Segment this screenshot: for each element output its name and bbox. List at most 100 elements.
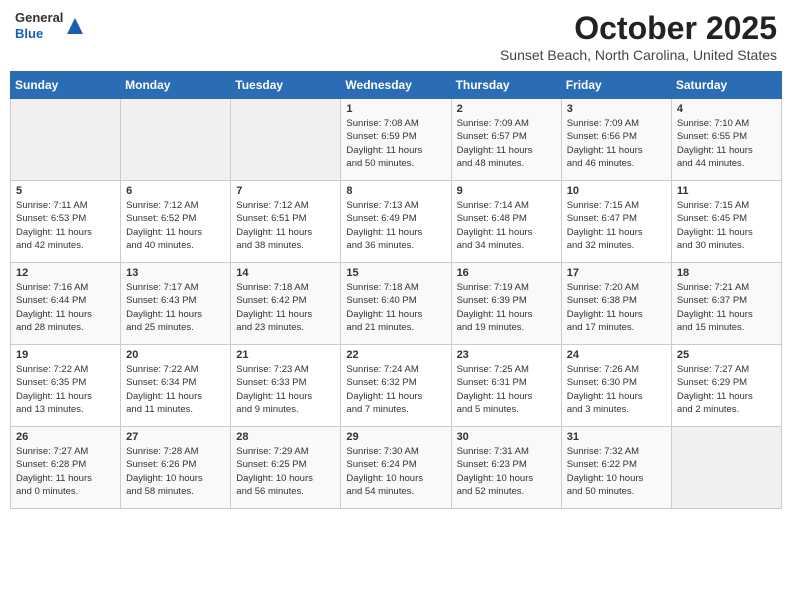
- day-info: Sunrise: 7:27 AM Sunset: 6:28 PM Dayligh…: [16, 445, 115, 498]
- day-info: Sunrise: 7:24 AM Sunset: 6:32 PM Dayligh…: [346, 363, 445, 416]
- day-number: 10: [567, 185, 666, 197]
- day-info: Sunrise: 7:16 AM Sunset: 6:44 PM Dayligh…: [16, 281, 115, 334]
- day-number: 18: [677, 267, 776, 279]
- day-info: Sunrise: 7:31 AM Sunset: 6:23 PM Dayligh…: [457, 445, 556, 498]
- weekday-header-wednesday: Wednesday: [341, 72, 451, 99]
- calendar-week-row: 1 Sunrise: 7:08 AM Sunset: 6:59 PM Daylig…: [11, 99, 782, 181]
- page-header: General Blue October 2025 Sunset Beach, …: [10, 10, 782, 63]
- day-info: Sunrise: 7:32 AM Sunset: 6:22 PM Dayligh…: [567, 445, 666, 498]
- calendar-cell: 29Sunrise: 7:30 AM Sunset: 6:24 PM Dayli…: [341, 427, 451, 509]
- day-number: 4: [677, 103, 776, 115]
- calendar-cell: 8 Sunrise: 7:13 AM Sunset: 6:49 PM Daylig…: [341, 181, 451, 263]
- calendar-cell: 2 Sunrise: 7:09 AM Sunset: 6:57 PM Daylig…: [451, 99, 561, 181]
- calendar-week-row: 26 Sunrise: 7:27 AM Sunset: 6:28 PM Dayli…: [11, 427, 782, 509]
- day-number: 5: [16, 185, 115, 197]
- day-number: 29: [346, 431, 445, 443]
- day-number: 13: [126, 267, 225, 279]
- calendar-cell: 23 Sunrise: 7:25 AM Sunset: 6:31 PM Dayli…: [451, 345, 561, 427]
- day-info: Sunrise: 7:08 AM Sunset: 6:59 PM Dayligh…: [346, 117, 445, 170]
- day-info: Sunrise: 7:09 AM Sunset: 6:56 PM Dayligh…: [567, 117, 666, 170]
- day-number: 9: [457, 185, 556, 197]
- day-number: 14: [236, 267, 335, 279]
- weekday-header-row: SundayMondayTuesdayWednesdayThursdayFrid…: [11, 72, 782, 99]
- month-title: October 2025: [500, 10, 777, 47]
- calendar-week-row: 19Sunrise: 7:22 AM Sunset: 6:35 PM Dayli…: [11, 345, 782, 427]
- calendar-cell: 3 Sunrise: 7:09 AM Sunset: 6:56 PM Daylig…: [561, 99, 671, 181]
- day-info: Sunrise: 7:09 AM Sunset: 6:57 PM Dayligh…: [457, 117, 556, 170]
- day-number: 12: [16, 267, 115, 279]
- day-number: 16: [457, 267, 556, 279]
- day-info: Sunrise: 7:11 AM Sunset: 6:53 PM Dayligh…: [16, 199, 115, 252]
- day-number: 15: [346, 267, 445, 279]
- calendar-cell: 20 Sunrise: 7:22 AM Sunset: 6:34 PM Dayli…: [121, 345, 231, 427]
- day-number: 27: [126, 431, 225, 443]
- calendar-cell: 9Sunrise: 7:14 AM Sunset: 6:48 PM Daylig…: [451, 181, 561, 263]
- calendar-week-row: 12 Sunrise: 7:16 AM Sunset: 6:44 PM Dayli…: [11, 263, 782, 345]
- calendar-cell: 28Sunrise: 7:29 AM Sunset: 6:25 PM Dayli…: [231, 427, 341, 509]
- calendar-cell: 1 Sunrise: 7:08 AM Sunset: 6:59 PM Daylig…: [341, 99, 451, 181]
- calendar-cell: 11Sunrise: 7:15 AM Sunset: 6:45 PM Dayli…: [671, 181, 781, 263]
- day-info: Sunrise: 7:13 AM Sunset: 6:49 PM Dayligh…: [346, 199, 445, 252]
- day-number: 1: [346, 103, 445, 115]
- logo-general-text: General: [15, 10, 63, 26]
- day-info: Sunrise: 7:20 AM Sunset: 6:38 PM Dayligh…: [567, 281, 666, 334]
- calendar-cell: 10 Sunrise: 7:15 AM Sunset: 6:47 PM Dayli…: [561, 181, 671, 263]
- day-number: 3: [567, 103, 666, 115]
- day-info: Sunrise: 7:26 AM Sunset: 6:30 PM Dayligh…: [567, 363, 666, 416]
- calendar-cell: 19Sunrise: 7:22 AM Sunset: 6:35 PM Dayli…: [11, 345, 121, 427]
- day-number: 6: [126, 185, 225, 197]
- calendar-cell: 15 Sunrise: 7:18 AM Sunset: 6:40 PM Dayli…: [341, 263, 451, 345]
- weekday-header-sunday: Sunday: [11, 72, 121, 99]
- day-number: 7: [236, 185, 335, 197]
- day-number: 17: [567, 267, 666, 279]
- calendar-cell: [671, 427, 781, 509]
- calendar-cell: 17 Sunrise: 7:20 AM Sunset: 6:38 PM Dayli…: [561, 263, 671, 345]
- calendar-cell: 6Sunrise: 7:12 AM Sunset: 6:52 PM Daylig…: [121, 181, 231, 263]
- calendar-cell: 24 Sunrise: 7:26 AM Sunset: 6:30 PM Dayli…: [561, 345, 671, 427]
- day-info: Sunrise: 7:27 AM Sunset: 6:29 PM Dayligh…: [677, 363, 776, 416]
- day-info: Sunrise: 7:18 AM Sunset: 6:42 PM Dayligh…: [236, 281, 335, 334]
- day-number: 2: [457, 103, 556, 115]
- calendar-cell: 31 Sunrise: 7:32 AM Sunset: 6:22 PM Dayli…: [561, 427, 671, 509]
- calendar-cell: 26 Sunrise: 7:27 AM Sunset: 6:28 PM Dayli…: [11, 427, 121, 509]
- calendar-cell: 25Sunrise: 7:27 AM Sunset: 6:29 PM Dayli…: [671, 345, 781, 427]
- day-info: Sunrise: 7:12 AM Sunset: 6:51 PM Dayligh…: [236, 199, 335, 252]
- calendar-cell: 12 Sunrise: 7:16 AM Sunset: 6:44 PM Dayli…: [11, 263, 121, 345]
- calendar-cell: [121, 99, 231, 181]
- day-info: Sunrise: 7:29 AM Sunset: 6:25 PM Dayligh…: [236, 445, 335, 498]
- calendar-cell: 5 Sunrise: 7:11 AM Sunset: 6:53 PM Daylig…: [11, 181, 121, 263]
- calendar-cell: [231, 99, 341, 181]
- weekday-header-friday: Friday: [561, 72, 671, 99]
- day-number: 21: [236, 349, 335, 361]
- day-number: 20: [126, 349, 225, 361]
- day-number: 30: [457, 431, 556, 443]
- logo-icon: [65, 16, 85, 36]
- day-info: Sunrise: 7:22 AM Sunset: 6:35 PM Dayligh…: [16, 363, 115, 416]
- day-number: 31: [567, 431, 666, 443]
- day-info: Sunrise: 7:22 AM Sunset: 6:34 PM Dayligh…: [126, 363, 225, 416]
- day-info: Sunrise: 7:17 AM Sunset: 6:43 PM Dayligh…: [126, 281, 225, 334]
- calendar-cell: 18Sunrise: 7:21 AM Sunset: 6:37 PM Dayli…: [671, 263, 781, 345]
- day-info: Sunrise: 7:15 AM Sunset: 6:47 PM Dayligh…: [567, 199, 666, 252]
- calendar-cell: 16 Sunrise: 7:19 AM Sunset: 6:39 PM Dayli…: [451, 263, 561, 345]
- weekday-header-monday: Monday: [121, 72, 231, 99]
- calendar-cell: 14 Sunrise: 7:18 AM Sunset: 6:42 PM Dayli…: [231, 263, 341, 345]
- calendar-week-row: 5 Sunrise: 7:11 AM Sunset: 6:53 PM Daylig…: [11, 181, 782, 263]
- day-info: Sunrise: 7:23 AM Sunset: 6:33 PM Dayligh…: [236, 363, 335, 416]
- day-info: Sunrise: 7:25 AM Sunset: 6:31 PM Dayligh…: [457, 363, 556, 416]
- day-info: Sunrise: 7:19 AM Sunset: 6:39 PM Dayligh…: [457, 281, 556, 334]
- day-info: Sunrise: 7:18 AM Sunset: 6:40 PM Dayligh…: [346, 281, 445, 334]
- day-info: Sunrise: 7:28 AM Sunset: 6:26 PM Dayligh…: [126, 445, 225, 498]
- day-number: 22: [346, 349, 445, 361]
- day-number: 23: [457, 349, 556, 361]
- calendar-table: SundayMondayTuesdayWednesdayThursdayFrid…: [10, 71, 782, 509]
- calendar-cell: 13 Sunrise: 7:17 AM Sunset: 6:43 PM Dayli…: [121, 263, 231, 345]
- logo: General Blue: [15, 10, 85, 41]
- day-number: 11: [677, 185, 776, 197]
- calendar-cell: 30 Sunrise: 7:31 AM Sunset: 6:23 PM Dayli…: [451, 427, 561, 509]
- day-number: 26: [16, 431, 115, 443]
- day-number: 24: [567, 349, 666, 361]
- weekday-header-thursday: Thursday: [451, 72, 561, 99]
- day-info: Sunrise: 7:10 AM Sunset: 6:55 PM Dayligh…: [677, 117, 776, 170]
- day-number: 8: [346, 185, 445, 197]
